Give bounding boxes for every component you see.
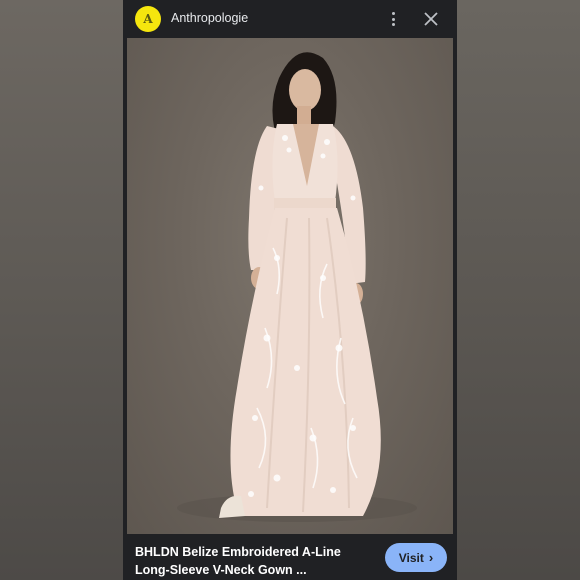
site-logo-icon[interactable]: A (135, 6, 161, 32)
product-title-line1: BHLDN Belize Embroidered A-Line (135, 545, 341, 559)
close-button[interactable] (421, 9, 441, 29)
close-icon (424, 12, 438, 26)
preview-header: A Anthropologie (123, 0, 457, 38)
product-title-line2: Long-Sleeve V-Neck Gown ... (135, 563, 307, 577)
gown-illustration (177, 52, 417, 522)
product-title[interactable]: BHLDN Belize Embroidered A-Line Long-Sle… (135, 543, 375, 579)
backdrop-right (457, 0, 580, 580)
backdrop-left (0, 0, 123, 580)
visit-label: Visit (398, 550, 424, 565)
site-name[interactable]: Anthropologie (171, 11, 248, 25)
visit-button[interactable]: Visit › (385, 543, 447, 572)
image-preview-panel: A Anthropologie BHLDN Belize Embroidered… (123, 0, 457, 580)
more-vert-icon (391, 12, 395, 15)
chevron-right-icon: › (428, 550, 434, 565)
more-options-button[interactable] (385, 8, 401, 30)
site-logo-letter: A (143, 12, 153, 26)
product-image[interactable] (127, 38, 453, 534)
